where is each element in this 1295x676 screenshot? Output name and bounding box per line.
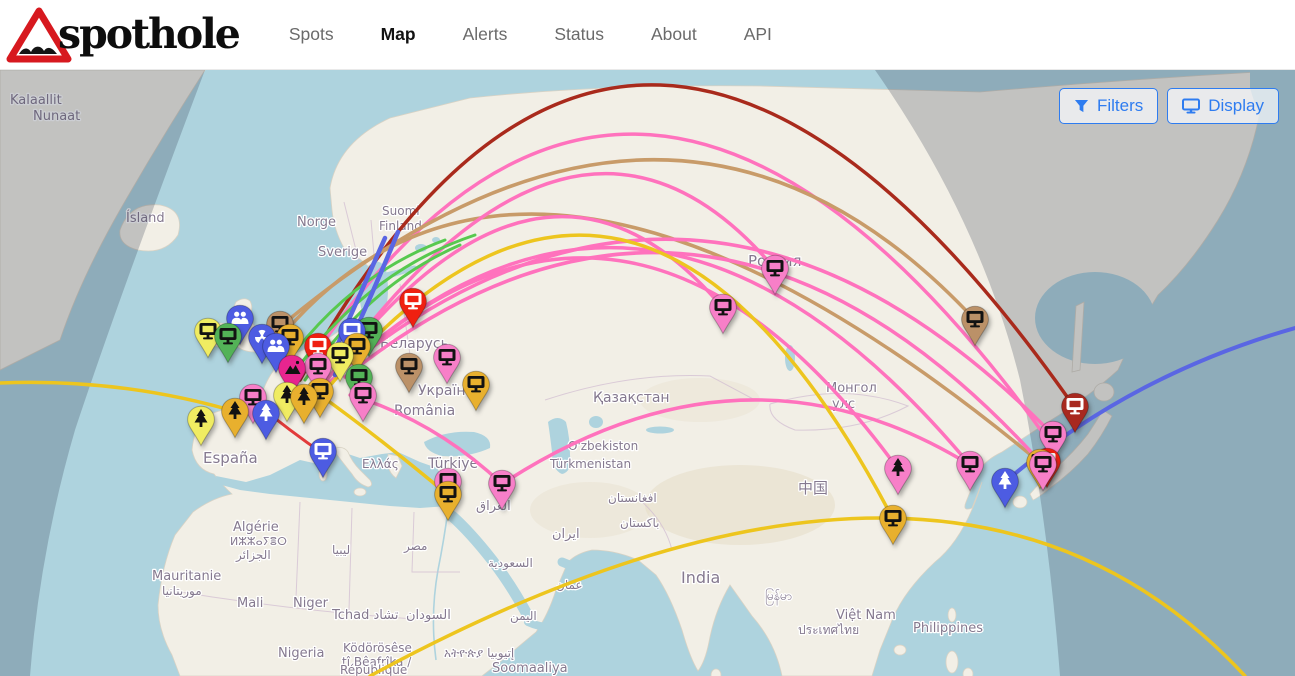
brand-name: spothole: [58, 14, 239, 55]
map-label: Norge: [297, 215, 336, 230]
map-label: Sverige: [318, 245, 367, 260]
map-label: Nigeria: [278, 646, 325, 661]
display-button[interactable]: Display: [1167, 88, 1279, 124]
map-marker-tree[interactable]: [251, 399, 281, 441]
map-label: مصر: [403, 539, 427, 554]
map-label: Niger: [293, 596, 329, 611]
land-taiwan: [948, 608, 956, 622]
map-marker-monitor[interactable]: [461, 370, 491, 412]
map-marker-monitor[interactable]: [760, 254, 790, 296]
map-label: India: [681, 568, 720, 587]
map-label: አትዮጵያ إتيوبيا: [444, 646, 514, 661]
land-sicily: [354, 488, 366, 496]
map-label: Ködörösêse: [343, 641, 412, 655]
world-basemap: KalaallitNunaatÍslandNorgeSverigeSuomiFi…: [0, 70, 1295, 676]
map-label: ประเทศไทย: [798, 623, 859, 637]
map-label: ليبيا: [332, 543, 350, 557]
map-marker-monitor[interactable]: [348, 381, 378, 423]
filter-icon: [1074, 99, 1089, 114]
map-label: España: [203, 449, 258, 467]
map-label: الجزائر: [235, 548, 271, 563]
map-label: Việt Nam: [836, 608, 896, 623]
map-controls: Filters Display: [1059, 88, 1279, 124]
map-label: Mauritanie: [152, 569, 221, 584]
nav-item-spots[interactable]: Spots: [289, 24, 334, 45]
map-label: السعودية: [488, 556, 533, 571]
map-marker-monitor[interactable]: [394, 352, 424, 394]
map-label: اليمن: [510, 609, 537, 624]
map-marker-monitor[interactable]: [708, 293, 738, 335]
lake-balkhash: [646, 427, 674, 434]
map-marker-monitor[interactable]: [960, 305, 990, 347]
map-marker-tree[interactable]: [990, 467, 1020, 509]
filters-button[interactable]: Filters: [1059, 88, 1158, 124]
map-marker-tree[interactable]: [220, 397, 250, 439]
map-marker-monitor[interactable]: [433, 480, 463, 522]
map-label: ⵍⵣⵣⴰⵢⴻⵔ: [230, 535, 287, 548]
map-label: باكستان: [620, 516, 660, 530]
map-label: Tchad تشاد: [331, 608, 399, 623]
map-label: Philippines: [913, 621, 983, 636]
map-label: Algérie: [233, 520, 279, 535]
map-label: Mali: [237, 596, 263, 611]
map-marker-monitor[interactable]: [432, 343, 462, 385]
main-nav: Spots Map Alerts Status About API: [289, 24, 772, 45]
filters-button-label: Filters: [1097, 96, 1143, 116]
map-label: Қазақстан: [593, 390, 670, 406]
map-label: افغانستان: [608, 491, 657, 505]
map-marker-monitor[interactable]: [955, 450, 985, 492]
display-button-label: Display: [1208, 96, 1264, 116]
map-label: Ελλάς: [362, 457, 399, 471]
map-label: Türkmenistan: [549, 457, 631, 471]
map-label: السودان: [406, 608, 451, 623]
nav-item-api[interactable]: API: [744, 24, 772, 45]
nav-item-status[interactable]: Status: [554, 24, 604, 45]
map-marker-monitor[interactable]: [308, 437, 338, 479]
map-marker-monitor[interactable]: [398, 287, 428, 329]
map-canvas[interactable]: KalaallitNunaatÍslandNorgeSverigeSuomiFi…: [0, 70, 1295, 676]
map-marker-tree[interactable]: [289, 383, 319, 425]
land-hainan: [894, 645, 906, 655]
page: spothole Spots Map Alerts Status About API: [0, 0, 1295, 676]
map-marker-monitor[interactable]: [487, 469, 517, 511]
header: spothole Spots Map Alerts Status About API: [0, 0, 1295, 70]
display-icon: [1182, 98, 1200, 114]
nav-item-map[interactable]: Map: [381, 24, 416, 45]
map-marker-tree[interactable]: [883, 454, 913, 496]
land-luzon: [946, 651, 958, 673]
map-marker-monitor[interactable]: [213, 322, 243, 364]
nav-item-alerts[interactable]: Alerts: [463, 24, 508, 45]
map-marker-monitor[interactable]: [878, 504, 908, 546]
map-marker-tree[interactable]: [186, 405, 216, 447]
map-label: Soomaaliya: [492, 661, 568, 676]
aral-sea: [589, 416, 603, 428]
map-label: موريتانيا: [162, 584, 202, 599]
map-label: ایران: [552, 527, 580, 542]
map-marker-monitor[interactable]: [1028, 450, 1058, 492]
nav-item-about[interactable]: About: [651, 24, 697, 45]
map-label: 中国: [798, 479, 828, 497]
land-philippines-south: [963, 668, 973, 676]
brand-logo[interactable]: spothole: [6, 4, 239, 66]
